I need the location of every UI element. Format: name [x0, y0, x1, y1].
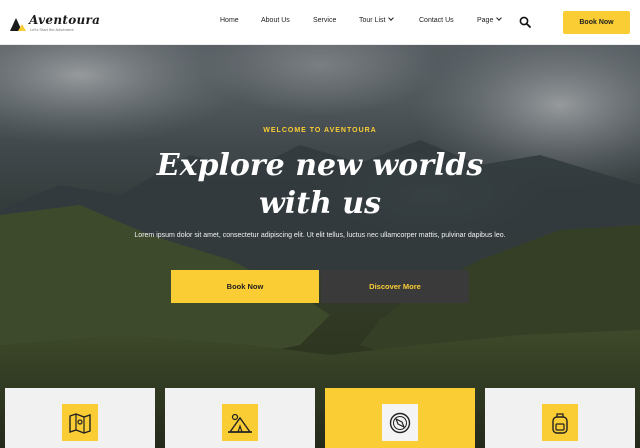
nav-item-tour-list[interactable]: Tour List [359, 15, 395, 24]
nav-item-about-us[interactable]: About Us [261, 17, 290, 24]
chevron-down-icon [388, 15, 395, 21]
top-navbar: Aventoura Let's Start the Adventure Home… [0, 0, 640, 45]
brand-name: Aventoura [29, 13, 101, 27]
mountain-logo-icon [10, 18, 26, 31]
feature-card-compass[interactable] [325, 388, 475, 448]
feature-icon-box [382, 404, 418, 441]
hero-eyebrow: WELCOME TO AVENTOURA [263, 127, 377, 134]
camping-tent-icon [228, 413, 252, 433]
brand-tagline: Let's Start the Adventure [30, 27, 74, 32]
nav-item-page-label: Page [477, 17, 494, 24]
hero-headline-line2: with us [258, 186, 382, 221]
hero-headline-line1: Explore new worlds [156, 148, 484, 183]
feature-card-backpack[interactable] [485, 388, 635, 448]
feature-icon-box [62, 404, 98, 441]
feature-card-camping[interactable] [165, 388, 315, 448]
nav-item-home[interactable]: Home [220, 17, 239, 24]
hero-subtitle: Lorem ipsum dolor sit amet, consectetur … [134, 232, 506, 239]
nav-item-tour-list-label: Tour List [359, 17, 386, 24]
chevron-down-icon [496, 15, 503, 21]
nav-book-now-button[interactable]: Book Now [563, 11, 630, 34]
hero-book-now-button[interactable]: Book Now [171, 270, 319, 303]
map-icon [69, 412, 91, 434]
brand-logo[interactable]: Aventoura Let's Start the Adventure [9, 13, 101, 35]
nav-item-page[interactable]: Page [477, 15, 503, 24]
search-icon[interactable] [519, 16, 531, 28]
nav-item-contact-us[interactable]: Contact Us [419, 17, 454, 24]
backpack-icon [552, 412, 568, 434]
feature-icon-box [222, 404, 258, 441]
feature-icon-box [542, 404, 578, 441]
nav-item-service[interactable]: Service [313, 17, 336, 24]
compass-icon [389, 412, 411, 433]
hero-discover-more-button[interactable]: Discover More [321, 270, 469, 303]
feature-card-map[interactable] [5, 388, 155, 448]
